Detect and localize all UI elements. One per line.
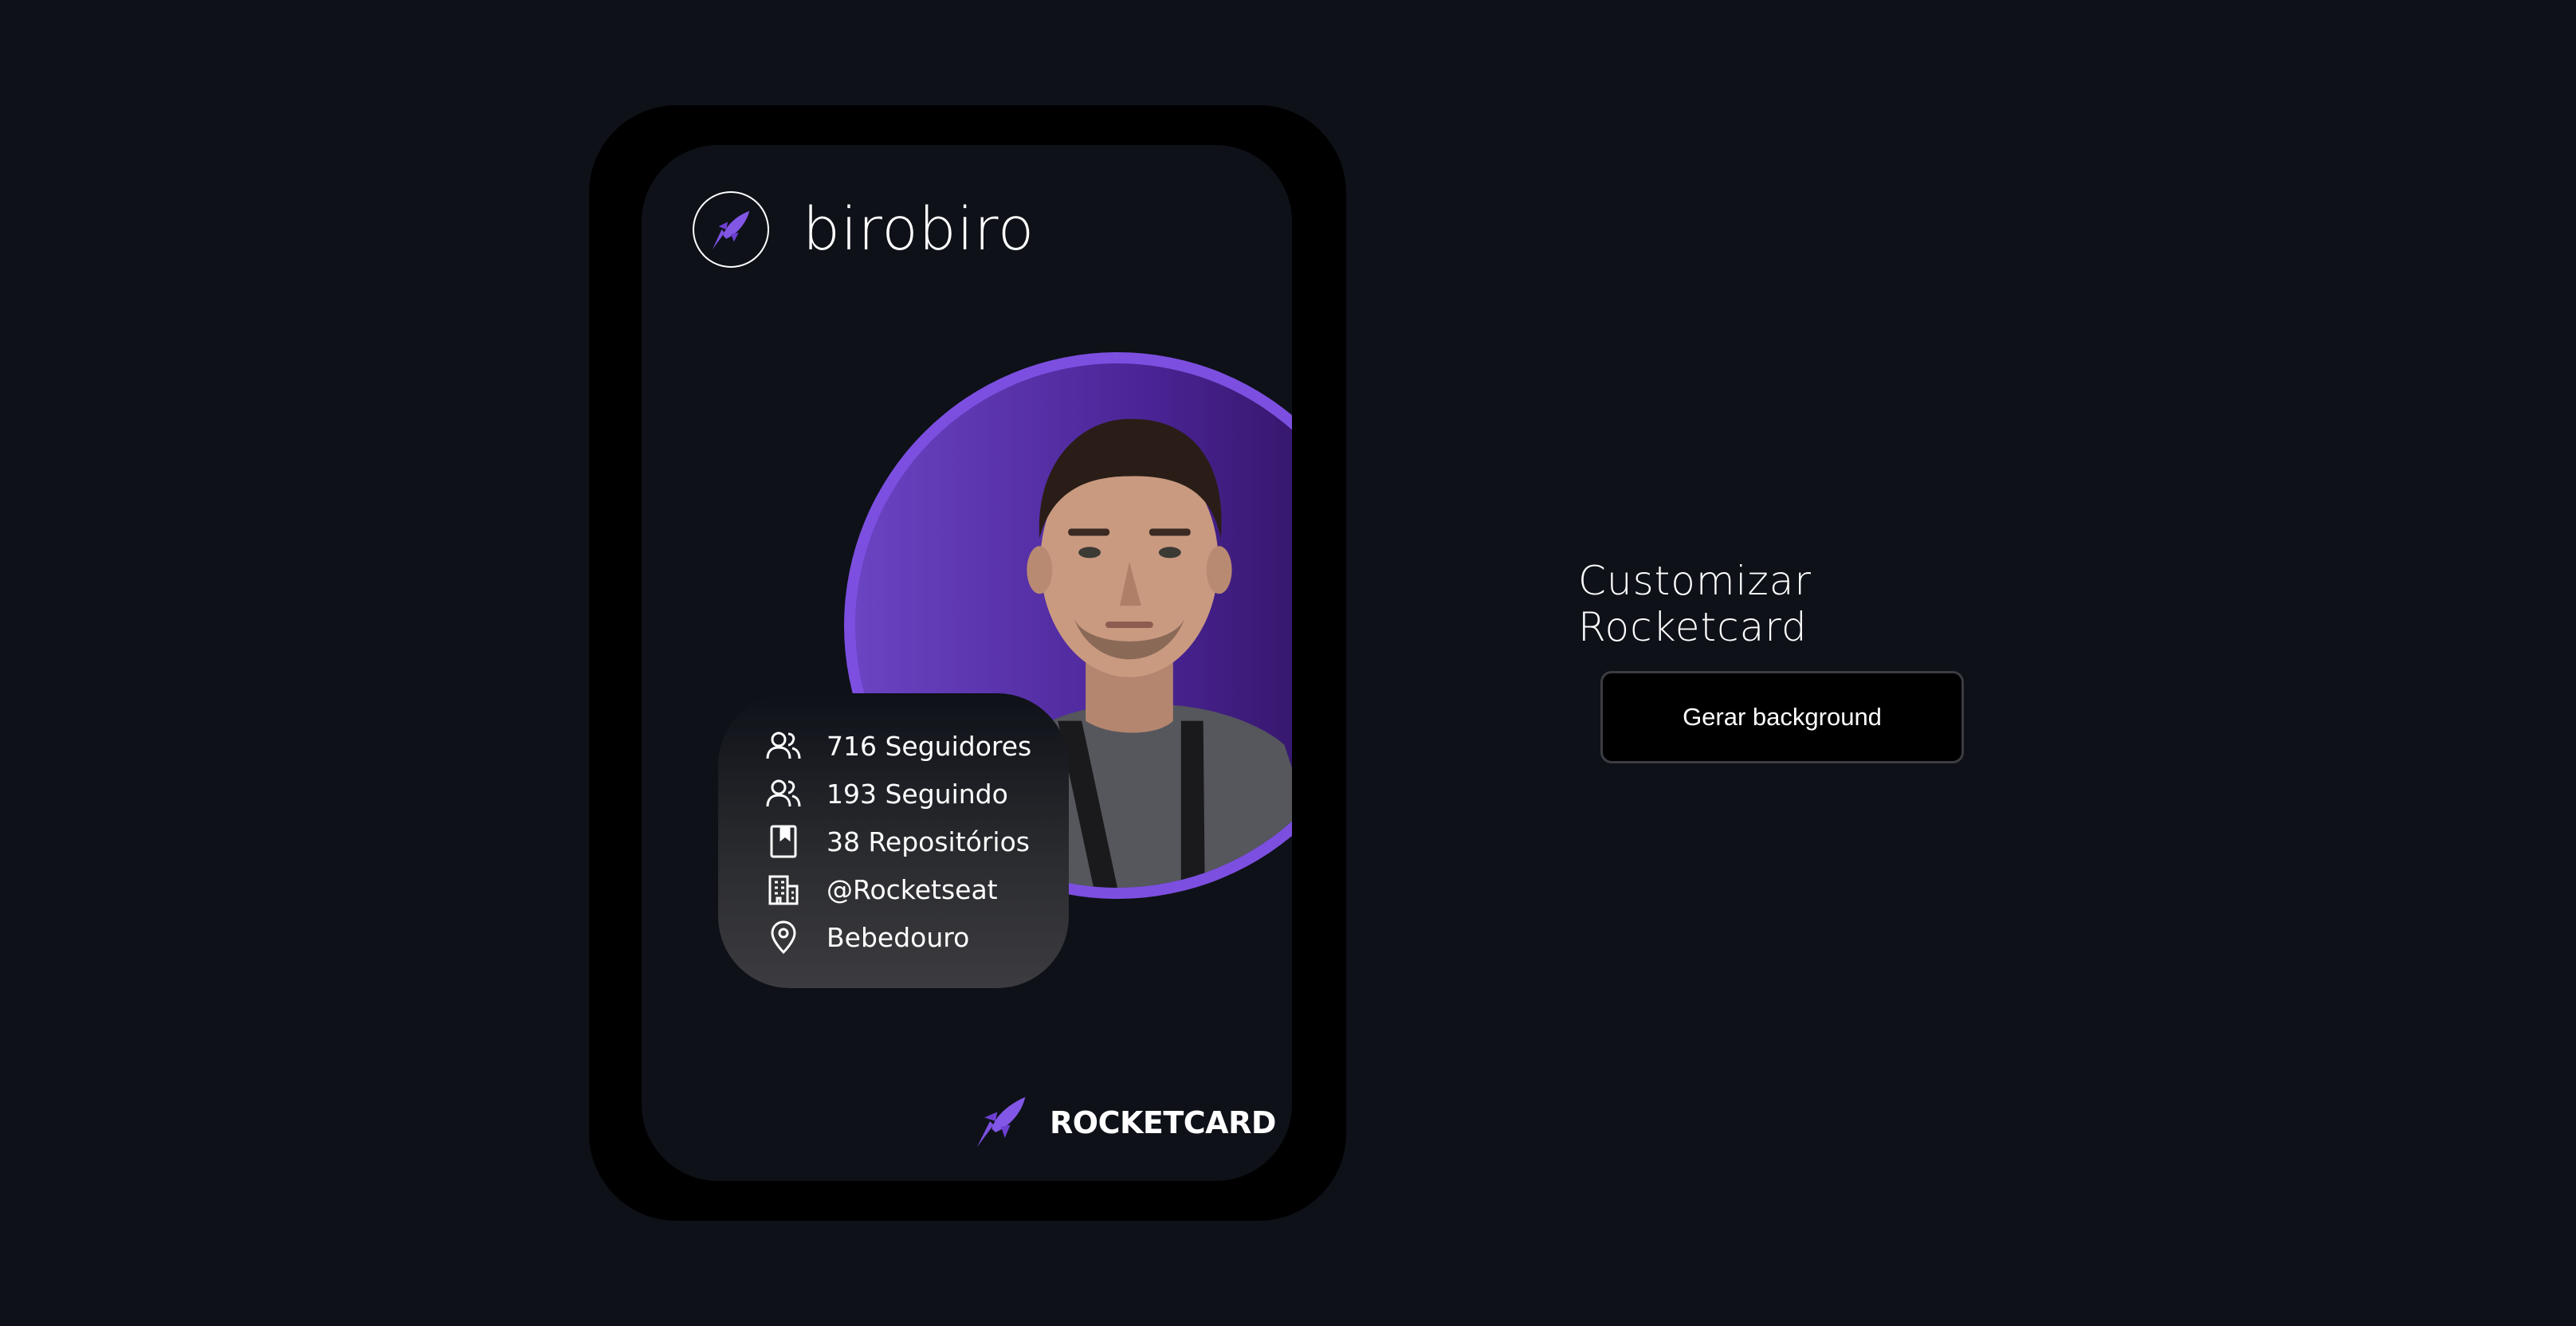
stat-company-label: @Rocketseat (827, 873, 998, 905)
repository-icon (764, 822, 803, 861)
stats-panel: 716 Seguidores 193 Seguindo 38 Repositór… (718, 693, 1069, 988)
card-username: birobiro (803, 195, 1035, 264)
stat-repositories: 38 Repositórios (764, 818, 1069, 865)
brand-name: ROCKETCARD (1050, 1105, 1276, 1140)
rocket-brand-icon (973, 1093, 1029, 1152)
page-title: Customizar Rocketcard (1578, 558, 1812, 650)
company-icon (764, 870, 803, 908)
stat-repositories-label: 38 Repositórios (827, 826, 1030, 857)
location-icon (764, 918, 803, 956)
stat-location: Bebedouro (764, 913, 1069, 961)
stat-following: 193 Seguindo (764, 770, 1069, 818)
card-header: birobiro (693, 191, 1035, 268)
rocket-logo-icon (693, 191, 769, 268)
stat-followers: 716 Seguidores (764, 722, 1069, 770)
followers-icon (764, 727, 803, 765)
stat-following-label: 193 Seguindo (827, 778, 1008, 810)
stat-company: @Rocketseat (764, 865, 1069, 913)
generate-background-button[interactable]: Gerar background (1600, 671, 1964, 763)
rocketcard-frame: birobiro 716 Seguidores 193 Seguindo 38 … (589, 105, 1346, 1221)
brand-footer: ROCKETCARD (973, 1093, 1276, 1152)
stat-followers-label: 716 Seguidores (827, 730, 1032, 762)
rocketcard: birobiro 716 Seguidores 193 Seguindo 38 … (642, 145, 1292, 1181)
stat-location-label: Bebedouro (827, 921, 970, 953)
following-icon (764, 775, 803, 813)
